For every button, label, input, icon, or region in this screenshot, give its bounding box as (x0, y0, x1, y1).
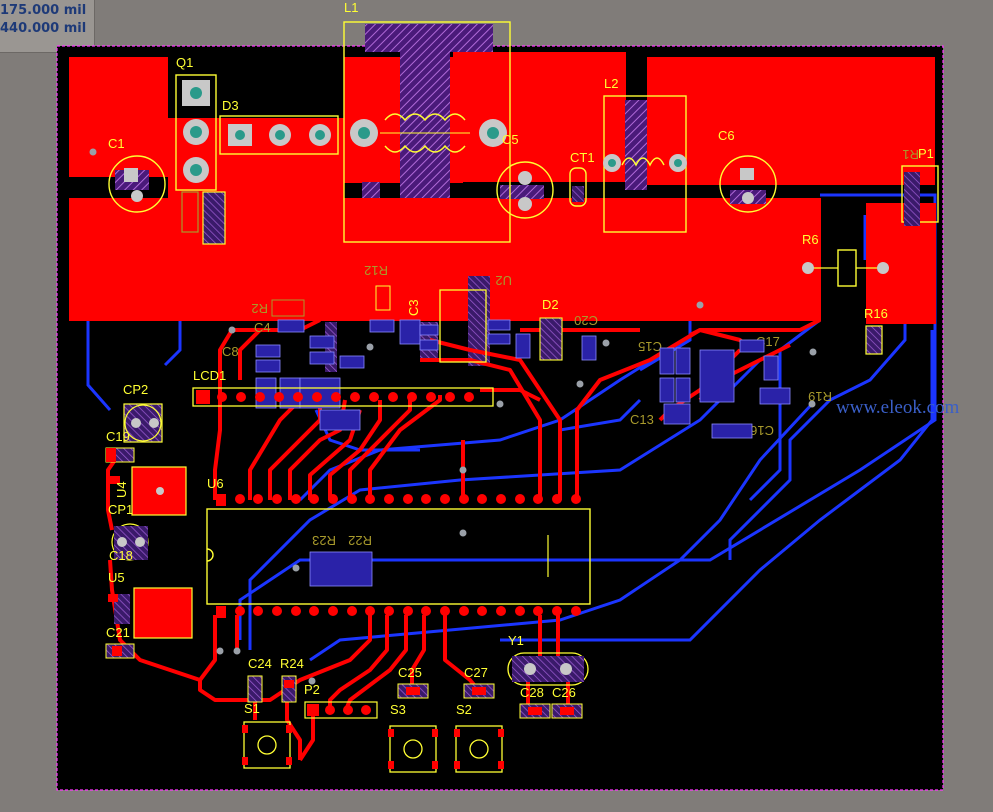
label-r6: R6 (802, 232, 819, 247)
label-c27: C27 (464, 665, 488, 680)
label-u2: U2 (495, 273, 512, 288)
label-u5: U5 (108, 570, 125, 585)
label-c4: C4 (254, 320, 271, 335)
label-r1: R1 (902, 147, 919, 162)
label-r23: R23 (312, 533, 336, 548)
label-c26: C26 (552, 685, 576, 700)
label-c15: C15 (638, 339, 662, 354)
label-d2: D2 (542, 297, 559, 312)
label-u6: U6 (207, 476, 224, 491)
label-c20: C20 (574, 313, 598, 328)
label-r22: R22 (348, 533, 372, 548)
label-d3: D3 (222, 98, 239, 113)
label-c8: C8 (222, 344, 239, 359)
label-r2: R2 (251, 301, 268, 316)
watermark: www.eleok.com (836, 397, 960, 418)
label-c5: C5 (502, 132, 519, 147)
label-lcd1: LCD1 (193, 368, 226, 383)
label-c6: C6 (718, 128, 735, 143)
label-cp2: CP2 (123, 382, 148, 397)
label-l1: L1 (344, 0, 358, 15)
label-y1: Y1 (508, 633, 524, 648)
label-ct1: CT1 (570, 150, 595, 165)
label-r16: R16 (864, 306, 888, 321)
label-c19: C19 (106, 429, 130, 444)
label-c21: C21 (106, 625, 130, 640)
label-c28: C28 (520, 685, 544, 700)
label-p1: P1 (918, 146, 934, 161)
label-r12: R12 (364, 263, 388, 278)
label-c25: C25 (398, 665, 422, 680)
label-u4: U4 (114, 481, 129, 498)
label-c18: C18 (109, 548, 133, 563)
label-s2: S2 (456, 702, 472, 717)
label-s3: S3 (390, 702, 406, 717)
label-l2: L2 (604, 76, 618, 91)
label-c1: C1 (108, 136, 125, 151)
label-q1: Q1 (176, 55, 193, 70)
label-c16: C16 (750, 423, 774, 438)
label-r24: R24 (280, 656, 304, 671)
label-c13: C13 (630, 412, 654, 427)
label-c24: C24 (248, 656, 272, 671)
diode-footprint[interactable] (202, 191, 226, 245)
label-s1: S1 (244, 701, 260, 716)
label-cp1: CP1 (108, 502, 133, 517)
label-c3: C3 (406, 299, 421, 316)
